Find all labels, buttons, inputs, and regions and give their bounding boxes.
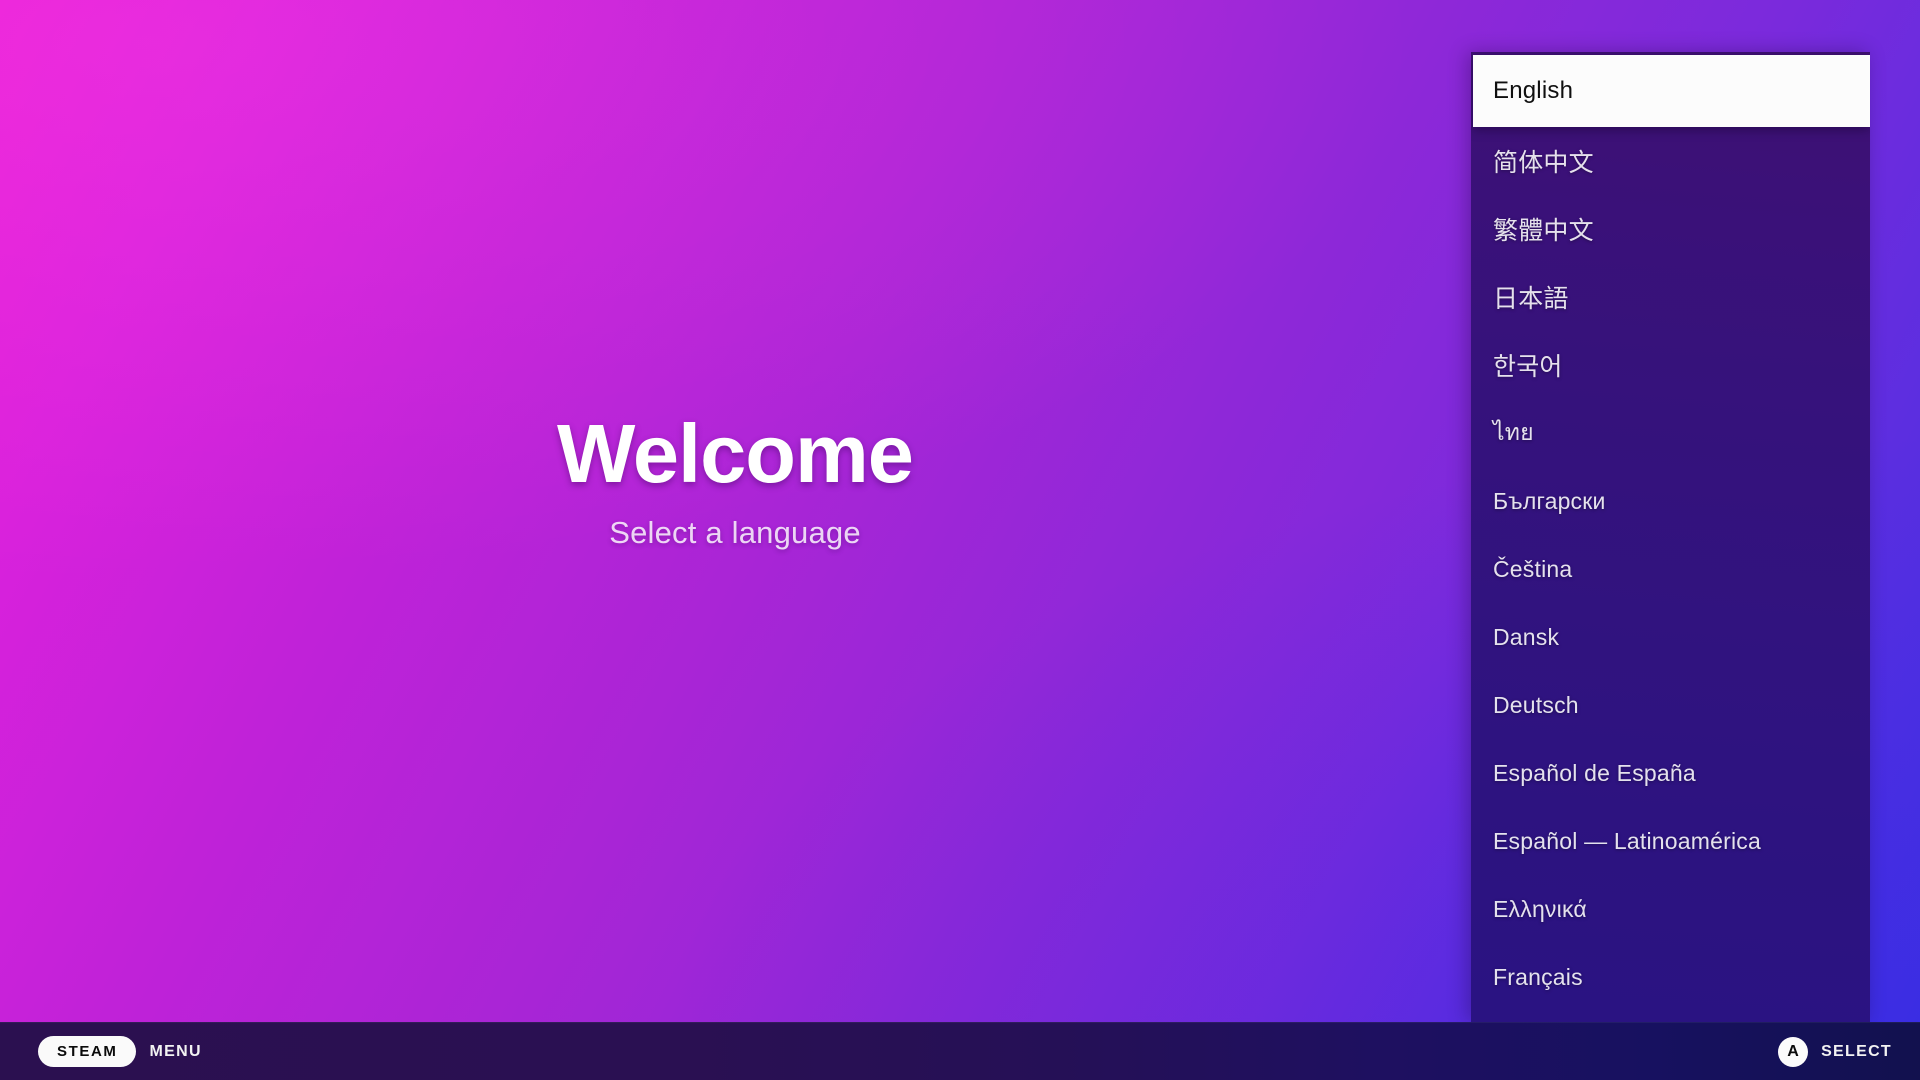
language-item[interactable]: 繁體中文 <box>1471 195 1870 263</box>
language-item[interactable]: Español — Latinoamérica <box>1471 807 1870 875</box>
bottom-action-bar: STEAM MENU A SELECT <box>0 1022 1920 1080</box>
language-item[interactable]: ไทย <box>1471 399 1870 467</box>
welcome-block: Welcome Select a language <box>0 0 1470 1022</box>
language-item[interactable]: Français <box>1471 943 1870 1011</box>
bottom-bar-right: A SELECT <box>1778 1036 1892 1067</box>
language-item[interactable]: Ελληνικά <box>1471 875 1870 943</box>
language-list[interactable]: English 简体中文 繁體中文 日本語 한국어 ไทย Български Čeština… <box>1471 55 1870 1011</box>
language-item[interactable]: Čeština <box>1471 535 1870 603</box>
language-panel: English 简体中文 繁體中文 日本語 한국어 ไทย Български Čeština… <box>1471 52 1870 1022</box>
menu-label: MENU <box>149 1042 202 1060</box>
bottom-bar-left: STEAM MENU <box>38 1036 202 1067</box>
language-item[interactable]: 日本語 <box>1471 263 1870 331</box>
page-title: Welcome <box>557 406 914 500</box>
language-item[interactable]: Dansk <box>1471 603 1870 671</box>
language-item-selected[interactable]: English <box>1473 55 1870 127</box>
language-item[interactable]: Deutsch <box>1471 671 1870 739</box>
language-item[interactable]: Български <box>1471 467 1870 535</box>
select-label: SELECT <box>1821 1042 1892 1060</box>
language-item[interactable]: 한국어 <box>1471 331 1870 399</box>
steam-button[interactable]: STEAM <box>38 1036 136 1067</box>
steam-deck-welcome-screen: Welcome Select a language English 简体中文 繁體中… <box>0 0 1920 1080</box>
language-item[interactable]: 简体中文 <box>1471 127 1870 195</box>
a-button-icon[interactable]: A <box>1778 1036 1809 1067</box>
language-item[interactable]: Español de España <box>1471 739 1870 807</box>
page-subtitle: Select a language <box>609 514 861 550</box>
